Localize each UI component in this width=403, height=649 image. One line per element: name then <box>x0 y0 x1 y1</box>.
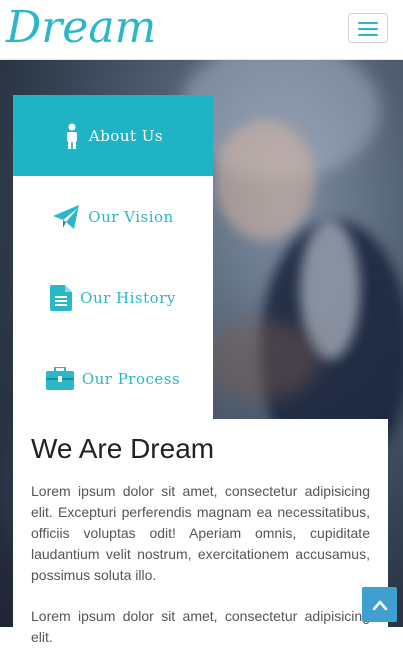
tab-label: Our History <box>80 288 176 307</box>
document-icon <box>50 284 73 311</box>
scroll-to-top-button[interactable] <box>362 587 397 622</box>
about-content-panel: We Are Dream Lorem ipsum dolor sit amet,… <box>13 419 388 649</box>
site-header: Dream <box>0 0 403 60</box>
chevron-up-icon <box>372 600 387 610</box>
tab-our-history[interactable]: Our History <box>13 257 213 338</box>
person-icon <box>66 123 77 149</box>
paper-plane-icon <box>53 204 80 229</box>
tab-label: Our Process <box>81 369 181 388</box>
tab-our-vision[interactable]: Our Vision <box>13 176 213 257</box>
menu-bar-icon <box>358 22 378 24</box>
tab-about-us[interactable]: About Us <box>13 95 213 176</box>
side-tab-list: About Us Our Vision Our History Our Proc… <box>13 95 213 419</box>
paragraph: Lorem ipsum dolor sit amet, consectetur … <box>31 608 370 645</box>
logo[interactable]: Dream <box>6 2 156 53</box>
tab-label: Our Vision <box>88 207 174 226</box>
menu-bar-icon <box>358 34 378 36</box>
menu-bar-icon <box>358 28 378 30</box>
hamburger-menu-button[interactable] <box>348 13 388 43</box>
section-title: We Are Dream <box>31 433 215 464</box>
paragraph: Lorem ipsum dolor sit amet, consectetur … <box>31 483 370 583</box>
tab-label: About Us <box>88 126 164 145</box>
tab-our-process[interactable]: Our Process <box>13 338 213 419</box>
briefcase-icon <box>45 366 74 390</box>
